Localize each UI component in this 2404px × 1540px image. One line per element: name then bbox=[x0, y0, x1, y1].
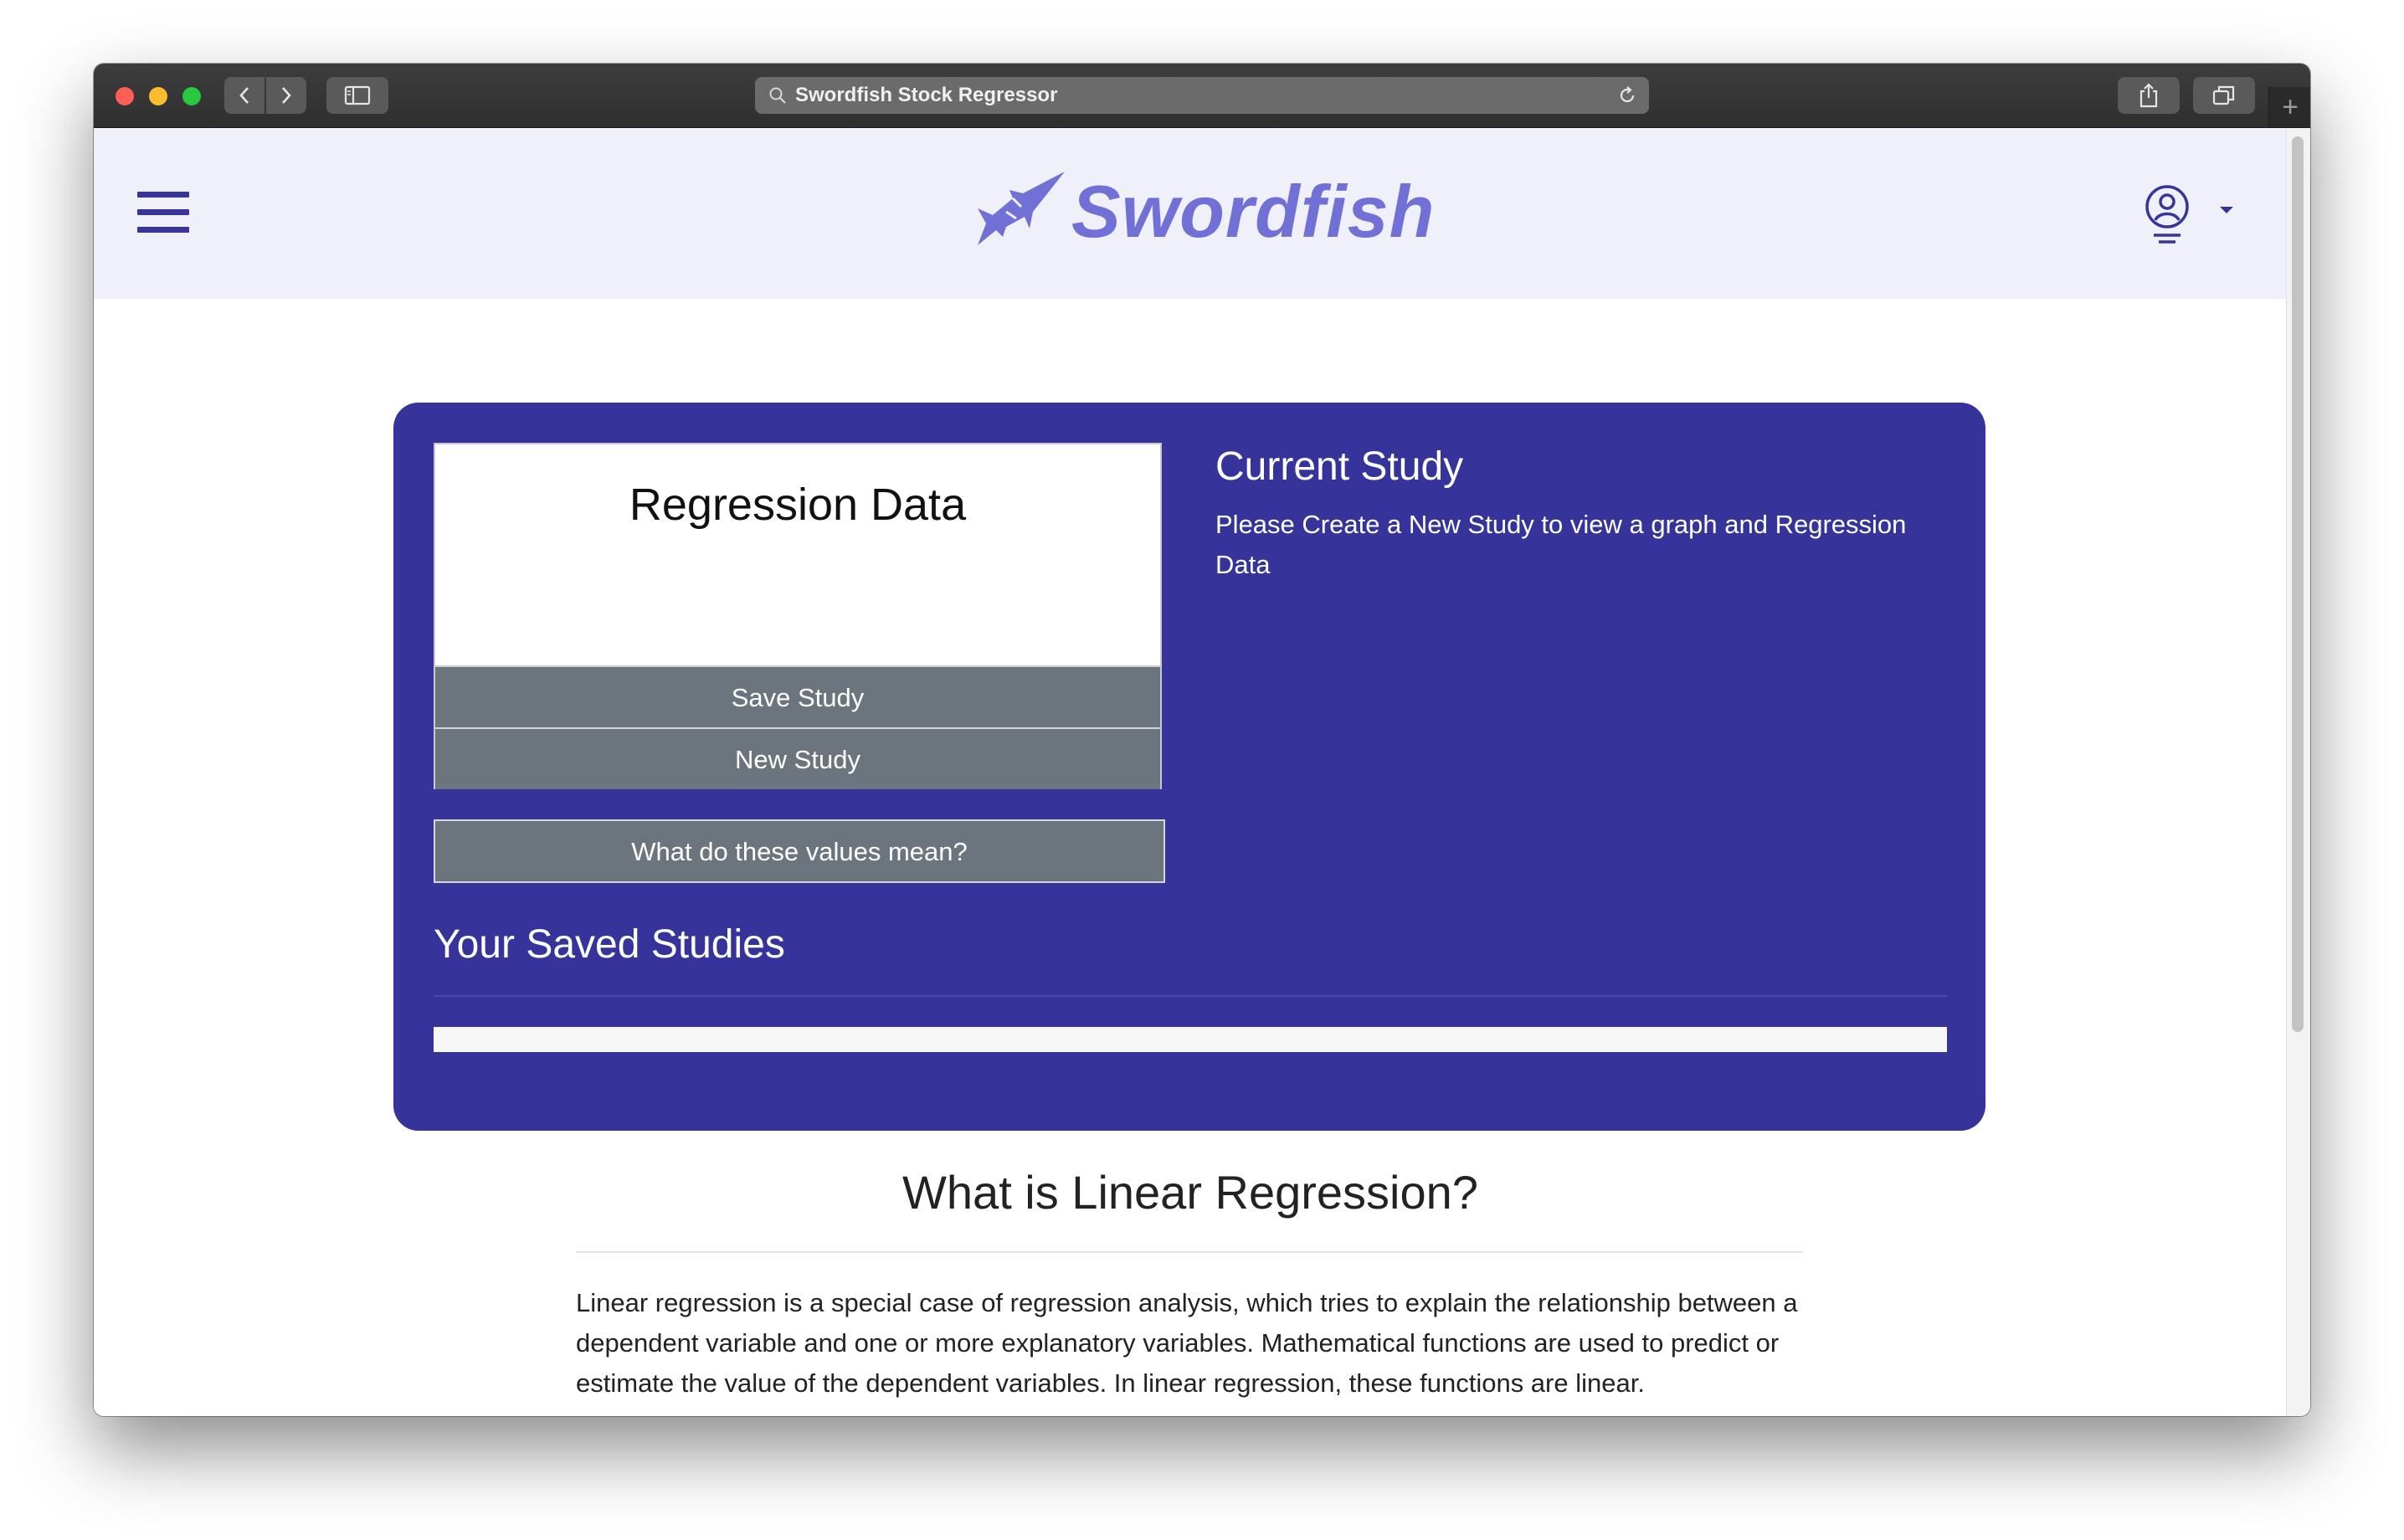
swordfish-icon bbox=[978, 172, 1065, 245]
web-page: Swordfish Regression Data Save Study New… bbox=[94, 128, 2287, 1416]
hamburger-bar bbox=[137, 209, 189, 215]
tabs-icon bbox=[2212, 85, 2235, 105]
minimize-window-button[interactable] bbox=[149, 87, 167, 105]
hamburger-bar bbox=[137, 227, 189, 233]
new-tab-button[interactable]: + bbox=[2268, 87, 2310, 127]
logo-text: Swordfish bbox=[1071, 170, 1436, 253]
save-study-button[interactable]: Save Study bbox=[435, 665, 1160, 727]
site-logo[interactable]: Swordfish bbox=[974, 165, 1434, 257]
address-bar[interactable]: Swordfish Stock Regressor bbox=[755, 77, 1649, 114]
reload-icon[interactable] bbox=[1617, 85, 1637, 105]
address-text: Swordfish Stock Regressor bbox=[795, 84, 1058, 106]
sidebar-toggle-button[interactable] bbox=[326, 77, 388, 114]
tab-overview-button[interactable] bbox=[2193, 77, 2255, 114]
chevron-right-icon bbox=[282, 87, 291, 104]
sidebar-icon bbox=[344, 85, 371, 105]
zoom-window-button[interactable] bbox=[182, 87, 201, 105]
divider bbox=[576, 1251, 1803, 1253]
current-study-message: Please Create a New Study to view a grap… bbox=[1215, 510, 1907, 579]
regression-data-card: Regression Data Save Study New Study bbox=[434, 443, 1162, 789]
article-title: What is Linear Regression? bbox=[902, 1166, 1478, 1219]
share-icon bbox=[2139, 83, 2158, 108]
site-header: Swordfish bbox=[94, 128, 2287, 299]
scrollbar-thumb[interactable] bbox=[2292, 136, 2304, 1032]
page-scrollbar[interactable] bbox=[2286, 128, 2310, 1416]
saved-studies-list bbox=[434, 1027, 1947, 1052]
search-icon bbox=[769, 87, 786, 104]
values-help-button[interactable]: What do these values mean? bbox=[434, 819, 1165, 883]
new-study-button[interactable]: New Study bbox=[435, 727, 1160, 789]
close-window-button[interactable] bbox=[116, 87, 134, 105]
regression-data-title: Regression Data bbox=[629, 480, 967, 530]
study-panel: Regression Data Save Study New Study Wha… bbox=[393, 403, 1985, 1131]
browser-toolbar: Swordfish Stock Regressor + bbox=[94, 64, 2310, 128]
back-button[interactable] bbox=[224, 77, 265, 114]
profile-dropdown-caret-icon[interactable] bbox=[2220, 207, 2233, 213]
divider bbox=[434, 995, 1947, 997]
forward-button[interactable] bbox=[266, 77, 306, 114]
menu-button[interactable] bbox=[137, 192, 189, 239]
article-paragraph: Linear regression is a special case of r… bbox=[576, 1288, 1798, 1398]
share-button[interactable] bbox=[2118, 77, 2180, 114]
saved-studies-heading: Your Saved Studies bbox=[434, 922, 785, 967]
browser-window: Swordfish Stock Regressor + Swordfish Re… bbox=[94, 64, 2310, 1416]
current-study-heading: Current Study bbox=[1215, 444, 1464, 489]
chevron-left-icon bbox=[239, 87, 249, 104]
user-profile-icon[interactable] bbox=[2142, 182, 2192, 249]
hamburger-bar bbox=[137, 192, 189, 198]
